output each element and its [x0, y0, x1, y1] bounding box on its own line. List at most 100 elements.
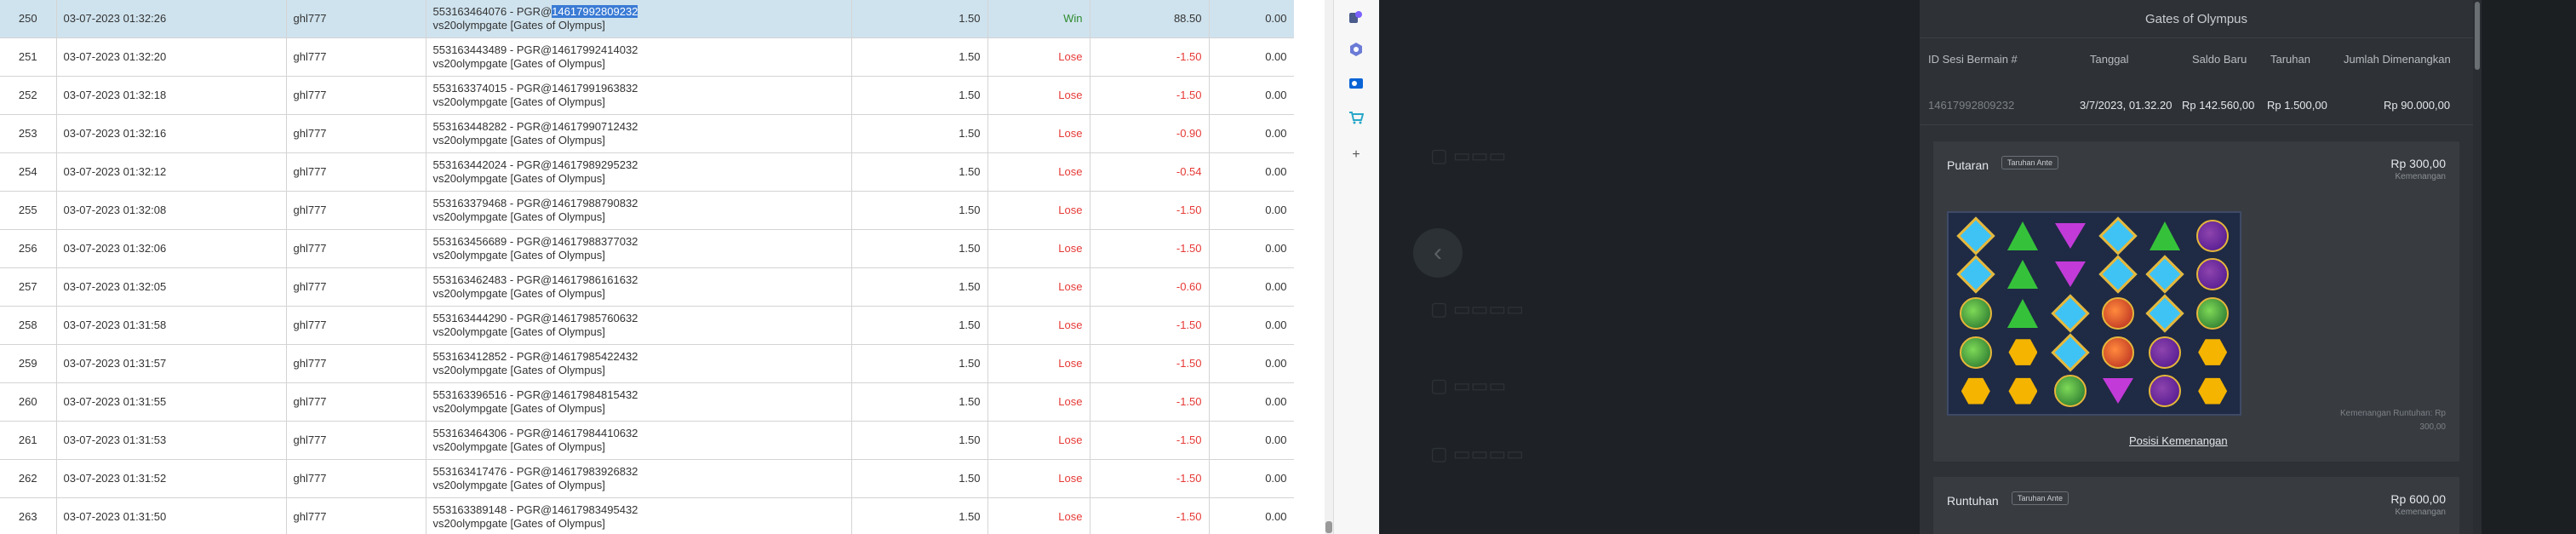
tumble-card: Runtuhan Taruhan Ante Rp 600,00 Kemenang…: [1933, 477, 2459, 534]
game-name: vs20olympgate [Gates of Olympus]: [432, 95, 605, 108]
blue-symbol-icon: [1952, 216, 2000, 256]
row-number: 257: [0, 267, 57, 307]
yellow-symbol-icon: [1952, 371, 2000, 411]
row-number: 255: [0, 191, 57, 230]
bet-datetime: 03-07-2023 01:31:57: [56, 344, 287, 383]
table-row[interactable]: 256 03-07-2023 01:32:06 ghl777 553163456…: [0, 229, 1294, 268]
win-loss: -1.50: [1090, 229, 1210, 268]
table-scrollbar-thumb[interactable]: [1325, 521, 1332, 533]
table-row[interactable]: 250 03-07-2023 01:32:26 ghl777 553163464…: [0, 0, 1294, 38]
username: ghl777: [286, 497, 426, 534]
username: ghl777: [286, 152, 426, 192]
add-icon[interactable]: +: [1348, 146, 1365, 164]
username: ghl777: [286, 306, 426, 345]
blurred-bg-text: ▢ ▭▭▭: [1430, 375, 1507, 396]
bet-datetime: 03-07-2023 01:32:06: [56, 229, 287, 268]
win-loss: -0.60: [1090, 267, 1210, 307]
row-number: 253: [0, 114, 57, 153]
back-chevron-icon[interactable]: ‹: [1413, 228, 1463, 278]
game-name: vs20olympgate [Gates of Olympus]: [432, 19, 605, 32]
table-row[interactable]: 252 03-07-2023 01:32:18 ghl777 553163374…: [0, 76, 1294, 115]
crown-symbol-icon: [2046, 371, 2094, 411]
commission: 0.00: [1209, 306, 1294, 345]
commission: 0.00: [1209, 76, 1294, 115]
table-scrollbar[interactable]: [1325, 0, 1333, 534]
bet-value: Rp 1.500,00: [2267, 99, 2327, 112]
extension-hex-icon[interactable]: [1348, 41, 1365, 58]
reel-grid: [1947, 211, 2241, 416]
blue-symbol-icon: [1952, 255, 2000, 295]
selected-text[interactable]: 14617992809232: [552, 5, 638, 18]
game-name: vs20olympgate [Gates of Olympus]: [432, 287, 605, 300]
blurred-bg-text: ▢ ▭▭▭▭: [1430, 298, 1525, 319]
row-number: 250: [0, 0, 57, 38]
table-row[interactable]: 260 03-07-2023 01:31:55 ghl777 553163396…: [0, 382, 1294, 422]
username: ghl777: [286, 421, 426, 460]
username: ghl777: [286, 0, 426, 38]
bet-datetime: 03-07-2023 01:32:26: [56, 0, 287, 38]
panel-scrollbar[interactable]: [2473, 0, 2482, 534]
table-row[interactable]: 263 03-07-2023 01:31:50 ghl777 553163389…: [0, 497, 1294, 534]
purple-symbol-icon: [2094, 371, 2142, 411]
outlook-icon[interactable]: [1348, 75, 1365, 92]
win-positions-link[interactable]: Posisi Kemenangan: [2129, 434, 2228, 447]
tumble-amount-label: Kemenangan: [2395, 508, 2447, 517]
commission: 0.00: [1209, 152, 1294, 192]
username: ghl777: [286, 114, 426, 153]
txn-id: 553163374015 - PGR@14617991963832: [432, 82, 638, 95]
ring-symbol-icon: [2189, 216, 2236, 256]
ring-symbol-icon: [2142, 333, 2190, 372]
red-symbol-icon: [2094, 294, 2142, 333]
table-row[interactable]: 261 03-07-2023 01:31:53 ghl777 553163464…: [0, 421, 1294, 460]
bet-description: 553163396516 - PGR@14617984815432 vs20oly…: [426, 382, 852, 422]
bet-datetime: 03-07-2023 01:31:58: [56, 306, 287, 345]
table-row[interactable]: 257 03-07-2023 01:32:05 ghl777 553163462…: [0, 267, 1294, 307]
username: ghl777: [286, 267, 426, 307]
blue-symbol-icon: [2142, 255, 2190, 295]
txn-id: 553163443489 - PGR@14617992414032: [432, 43, 638, 56]
profile-switch-icon[interactable]: [1348, 9, 1365, 26]
table-row[interactable]: 251 03-07-2023 01:32:20 ghl777 553163443…: [0, 37, 1294, 77]
table-row[interactable]: 255 03-07-2023 01:32:08 ghl777 553163379…: [0, 191, 1294, 230]
cart-icon[interactable]: [1348, 109, 1365, 126]
blue-symbol-icon: [2046, 294, 2094, 333]
commission: 0.00: [1209, 344, 1294, 383]
green-symbol-icon: [2000, 216, 2047, 256]
tumble-title: Runtuhan: [1947, 494, 1999, 508]
blue-symbol-icon: [2094, 216, 2142, 256]
bet-description: 553163417476 - PGR@14617983926832 vs20oly…: [426, 459, 852, 498]
commission: 0.00: [1209, 267, 1294, 307]
commission: 0.00: [1209, 0, 1294, 38]
bet-description: 553163412852 - PGR@14617985422432 vs20oly…: [426, 344, 852, 383]
ante-bet-tag: Taruhan Ante: [2001, 156, 2059, 169]
bet-amount: 1.50: [851, 267, 988, 307]
bet-description: 553163462483 - PGR@14617986161632 vs20oly…: [426, 267, 852, 307]
ring-symbol-icon: [2189, 256, 2236, 295]
win-loss: -1.50: [1090, 497, 1210, 534]
row-number: 262: [0, 459, 57, 498]
table-row[interactable]: 258 03-07-2023 01:31:58 ghl777 553163444…: [0, 306, 1294, 345]
table-row[interactable]: 259 03-07-2023 01:31:57 ghl777 553163412…: [0, 344, 1294, 383]
table-row[interactable]: 253 03-07-2023 01:32:16 ghl777 553163448…: [0, 114, 1294, 153]
table-row[interactable]: 254 03-07-2023 01:32:12 ghl777 553163442…: [0, 152, 1294, 192]
game-name: vs20olympgate [Gates of Olympus]: [432, 134, 605, 146]
bet-result: Lose: [987, 267, 1091, 307]
header-date: Tanggal: [2090, 53, 2129, 66]
bet-amount: 1.50: [851, 229, 988, 268]
bet-description: 553163464306 - PGR@14617984410632 vs20oly…: [426, 421, 852, 460]
bet-datetime: 03-07-2023 01:32:20: [56, 37, 287, 77]
win-loss: -0.54: [1090, 152, 1210, 192]
panel-title: Gates of Olympus: [1920, 0, 2473, 38]
win-loss: -1.50: [1090, 76, 1210, 115]
blue-symbol-icon: [2046, 332, 2094, 372]
txn-id: 553163444290 - PGR@14617985760632: [432, 312, 638, 324]
bet-result: Lose: [987, 229, 1091, 268]
table-row[interactable]: 262 03-07-2023 01:31:52 ghl777 553163417…: [0, 459, 1294, 498]
red-symbol-icon: [2094, 333, 2142, 372]
txn-id: 553163379468 - PGR@14617988790832: [432, 197, 638, 210]
commission: 0.00: [1209, 229, 1294, 268]
purple-symbol-icon: [2046, 256, 2094, 295]
txn-id: 553163464076 - PGR@: [432, 5, 552, 18]
spin-card: Putaran Taruhan Ante Rp 300,00 Kemenanga…: [1933, 141, 2459, 462]
panel-scrollbar-thumb[interactable]: [2475, 2, 2480, 70]
